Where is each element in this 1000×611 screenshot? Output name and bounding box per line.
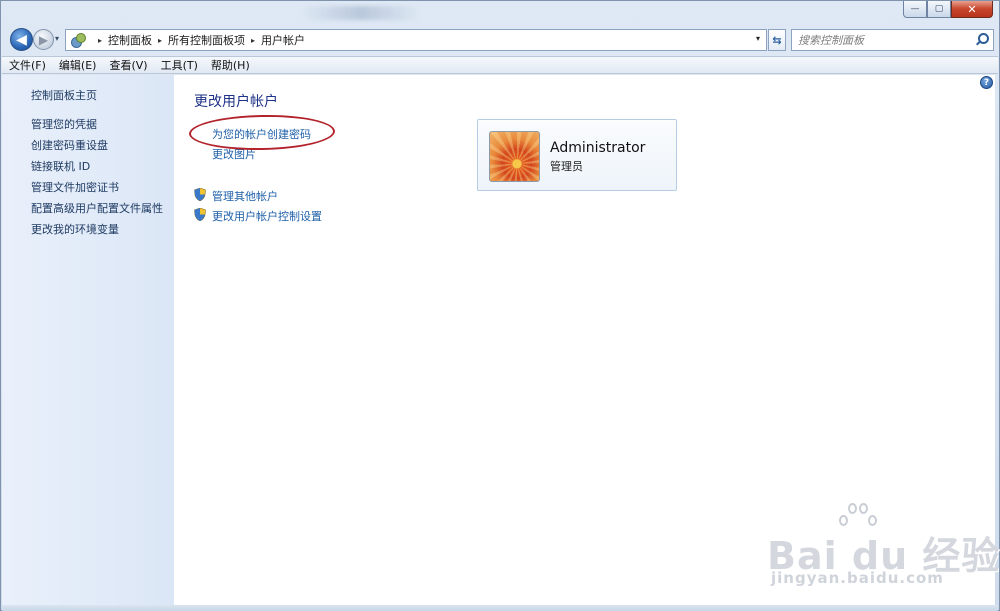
- account-name: Administrator: [550, 140, 646, 156]
- maximize-button[interactable]: ▢: [927, 1, 951, 18]
- uac-shield-icon: [194, 208, 206, 221]
- menu-edit[interactable]: 编辑(E): [59, 57, 97, 73]
- menu-file[interactable]: 文件(F): [9, 57, 46, 73]
- menu-view[interactable]: 查看(V): [109, 57, 147, 73]
- address-history-dropdown-icon[interactable]: ▾: [756, 34, 760, 43]
- forward-button[interactable]: ▶: [33, 29, 54, 50]
- page-title: 更改用户帐户: [194, 94, 278, 110]
- manage-other-accounts-link[interactable]: 管理其他帐户: [212, 188, 278, 204]
- breadcrumb-separator-icon[interactable]: ▸: [251, 36, 255, 45]
- breadcrumb-control-panel[interactable]: 控制面板: [108, 32, 152, 48]
- close-button[interactable]: ✕: [951, 1, 993, 18]
- sidebar-item-password-reset-disk[interactable]: 创建密码重设盘: [31, 137, 108, 153]
- breadcrumb-separator-icon[interactable]: ▸: [98, 36, 102, 45]
- breadcrumb-all-items[interactable]: 所有控制面板项: [168, 32, 245, 48]
- minimize-button[interactable]: —: [903, 1, 927, 18]
- search-icon[interactable]: [975, 33, 989, 46]
- uac-settings-link[interactable]: 更改用户帐户控制设置: [212, 208, 322, 224]
- sidebar-item-manage-credentials[interactable]: 管理您的凭据: [31, 116, 97, 132]
- watermark-url: jingyan.baidu.com: [771, 569, 944, 587]
- menu-tools[interactable]: 工具(T): [161, 57, 198, 73]
- menu-help[interactable]: 帮助(H): [211, 57, 250, 73]
- caption-buttons: — ▢ ✕: [903, 1, 993, 18]
- search-input[interactable]: [798, 33, 968, 47]
- navigation-bar: ◀ ▶ ▾ ▸ 控制面板 ▸ 所有控制面板项 ▸ 用户帐户 ▾ ⇆: [1, 25, 999, 55]
- menu-bar: 文件(F) 编辑(E) 查看(V) 工具(T) 帮助(H): [2, 56, 998, 74]
- bottom-border: [2, 605, 998, 611]
- sidebar-item-environment-variables[interactable]: 更改我的环境变量: [31, 221, 119, 237]
- refresh-button[interactable]: ⇆: [768, 29, 786, 51]
- back-button[interactable]: ◀: [10, 28, 33, 51]
- recent-pages-dropdown[interactable]: ▾: [55, 34, 59, 43]
- address-bar[interactable]: ▸ 控制面板 ▸ 所有控制面板项 ▸ 用户帐户 ▾: [65, 29, 767, 51]
- blurred-window-title: [301, 6, 421, 20]
- breadcrumb-user-accounts[interactable]: 用户帐户: [261, 32, 305, 48]
- control-panel-window: — ▢ ✕ ◀ ▶ ▾ ▸ 控制面板 ▸ 所有控制面板项 ▸ 用户帐户 ▾ ⇆ …: [0, 0, 1000, 611]
- search-box[interactable]: [791, 29, 994, 51]
- account-card[interactable]: Administrator 管理员: [477, 119, 677, 191]
- avatar[interactable]: [489, 131, 540, 182]
- sidebar-item-encryption-certificates[interactable]: 管理文件加密证书: [31, 179, 119, 195]
- sidebar: 控制面板主页 管理您的凭据 创建密码重设盘 链接联机 ID 管理文件加密证书 配…: [2, 75, 174, 605]
- account-role: 管理员: [550, 160, 583, 173]
- help-button[interactable]: ?: [980, 76, 993, 89]
- title-bar: — ▢ ✕: [1, 1, 999, 25]
- user-accounts-icon: [70, 32, 86, 48]
- sidebar-item-link-online-id[interactable]: 链接联机 ID: [31, 158, 90, 174]
- sidebar-item-control-panel-home[interactable]: 控制面板主页: [31, 87, 97, 103]
- sidebar-item-advanced-profile-properties[interactable]: 配置高级用户配置文件属性: [31, 200, 163, 216]
- uac-shield-icon: [194, 188, 206, 201]
- watermark: Bai du 经验 jingyan.baidu.com: [767, 501, 999, 591]
- breadcrumb-separator-icon[interactable]: ▸: [158, 36, 162, 45]
